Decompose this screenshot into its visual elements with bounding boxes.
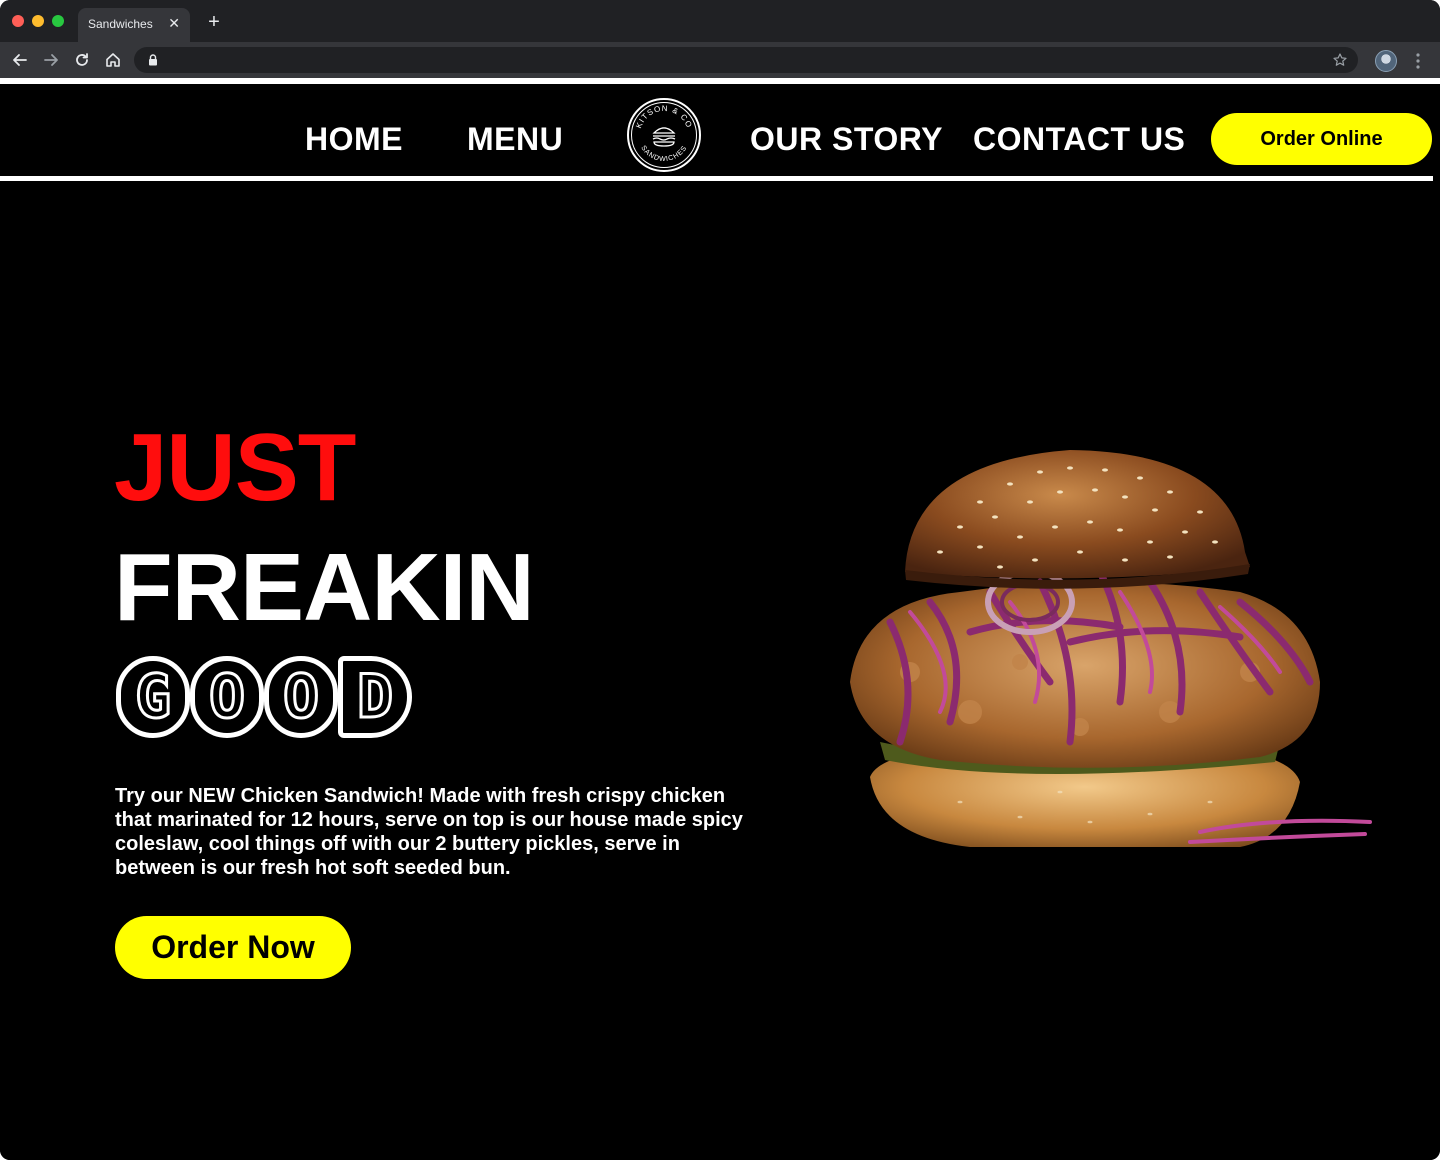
tab-title: Sandwiches bbox=[88, 17, 153, 31]
site-header: HOME MENU KITSON & CO SANDWICHES OUR STO bbox=[0, 84, 1440, 182]
reload-icon[interactable] bbox=[72, 50, 92, 70]
order-online-button[interactable]: Order Online bbox=[1211, 113, 1432, 165]
profile-avatar[interactable] bbox=[1375, 50, 1397, 72]
maximize-window-button[interactable] bbox=[52, 15, 64, 27]
browser-window: Sandwiches ✕ + HOME MENU KITSON & CO SAN… bbox=[0, 0, 1440, 1160]
tab-close-icon[interactable]: ✕ bbox=[168, 15, 180, 31]
new-tab-button[interactable]: + bbox=[204, 12, 224, 32]
hero-section: JUST FREAKIN GOOD Try our NEW Chicken Sa… bbox=[0, 182, 1440, 1160]
tab-bar: Sandwiches ✕ + bbox=[0, 0, 1440, 42]
headline-good-letter: O bbox=[190, 656, 264, 738]
star-icon[interactable] bbox=[1332, 52, 1348, 68]
browser-toolbar bbox=[0, 42, 1440, 78]
headline-freakin: FREAKIN bbox=[114, 534, 535, 641]
more-options-icon[interactable] bbox=[1414, 52, 1422, 70]
headline-good-letter: D bbox=[338, 656, 412, 738]
order-now-button[interactable]: Order Now bbox=[115, 916, 351, 979]
headline-good-letter: O bbox=[264, 656, 338, 738]
home-icon[interactable] bbox=[103, 50, 123, 70]
nav-our-story[interactable]: OUR STORY bbox=[750, 120, 943, 158]
lock-icon bbox=[149, 54, 157, 66]
close-window-button[interactable] bbox=[12, 15, 24, 27]
address-bar[interactable] bbox=[134, 47, 1358, 73]
headline-good-letter: G bbox=[116, 656, 190, 738]
headline-good: GOOD bbox=[116, 656, 412, 742]
browser-tab[interactable]: Sandwiches ✕ bbox=[78, 8, 190, 42]
back-arrow-icon[interactable] bbox=[10, 50, 30, 70]
nav-menu[interactable]: MENU bbox=[467, 120, 563, 158]
minimize-window-button[interactable] bbox=[32, 15, 44, 27]
headline-just: JUST bbox=[114, 414, 356, 521]
hero-description: Try our NEW Chicken Sandwich! Made with … bbox=[115, 785, 743, 879]
burger-image bbox=[850, 450, 1372, 847]
header-divider bbox=[0, 176, 1433, 181]
forward-arrow-icon[interactable] bbox=[41, 50, 61, 70]
nav-contact-us[interactable]: CONTACT US bbox=[973, 120, 1185, 158]
site-logo[interactable]: KITSON & CO SANDWICHES bbox=[626, 97, 702, 173]
nav-home[interactable]: HOME bbox=[305, 120, 403, 158]
